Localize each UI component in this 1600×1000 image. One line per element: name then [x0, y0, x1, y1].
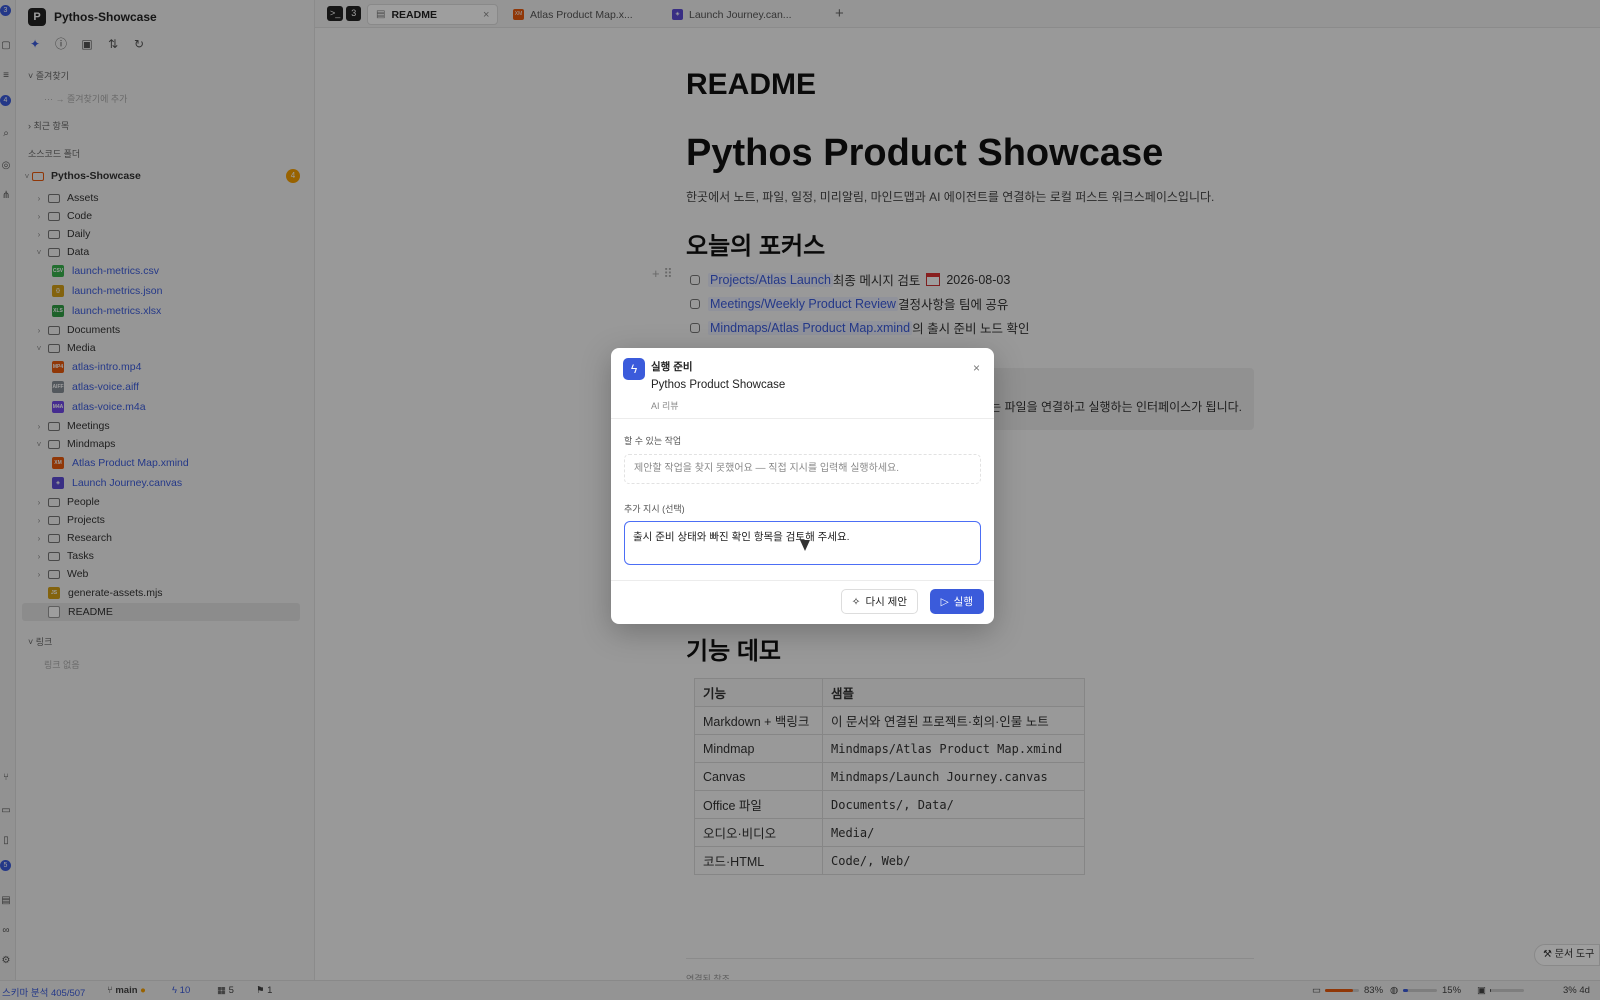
- lightning-icon: ϟ: [623, 358, 645, 380]
- sparkle-icon: ✧: [851, 595, 861, 608]
- dialog-kicker: 실행 준비: [651, 361, 693, 373]
- resuggest-button[interactable]: ✧ 다시 제안: [840, 589, 918, 614]
- mouse-cursor: [800, 540, 810, 551]
- actions-empty-state: 제안할 작업을 찾지 못했어요 — 직접 지시를 입력해 실행하세요.: [624, 454, 981, 484]
- dialog-tag: AI 리뷰: [651, 401, 679, 411]
- divider: [611, 580, 994, 581]
- play-icon: ▷: [940, 595, 949, 608]
- run-button[interactable]: ▷ 실행: [929, 589, 984, 614]
- dialog-subject: Pythos Product Showcase: [651, 379, 786, 391]
- resuggest-label: 다시 제안: [865, 596, 907, 608]
- run-dialog: ϟ 실행 준비 Pythos Product Showcase AI 리뷰 × …: [611, 348, 994, 624]
- run-label: 실행: [953, 596, 973, 608]
- actions-label: 할 수 있는 작업: [624, 436, 682, 446]
- extra-instructions-label: 추가 지시 (선택): [624, 504, 685, 514]
- close-icon[interactable]: ×: [973, 361, 980, 375]
- divider: [611, 418, 994, 419]
